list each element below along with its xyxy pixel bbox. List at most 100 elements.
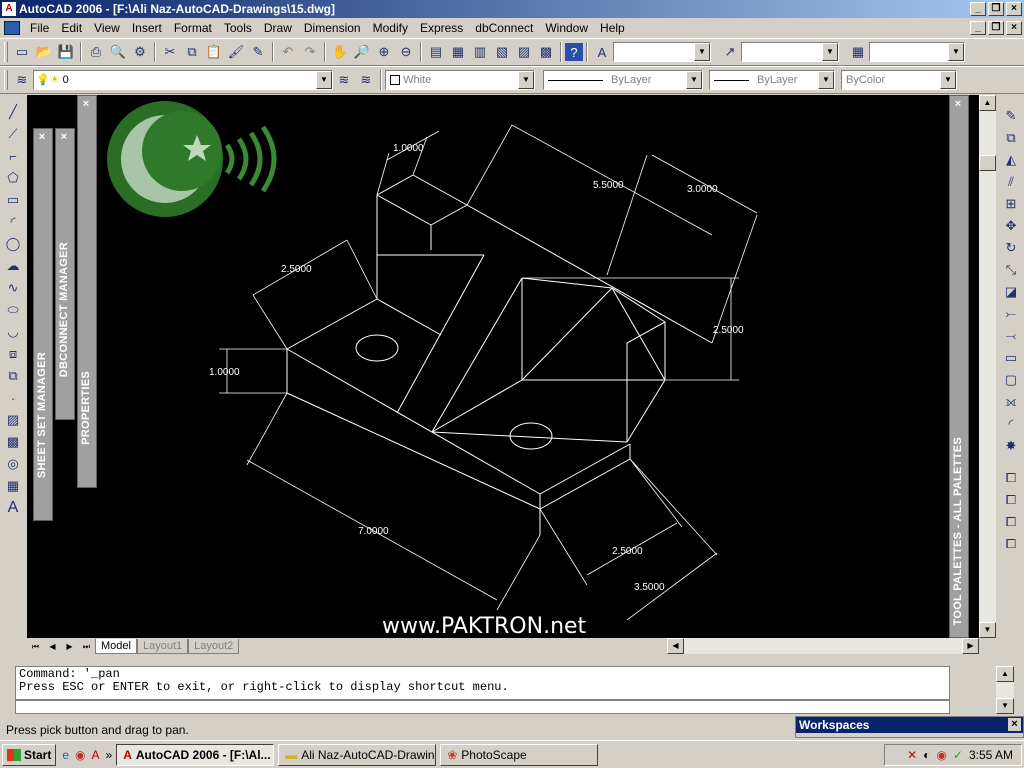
workspaces-toolbar[interactable]: Workspaces × <box>795 716 1024 738</box>
calculator-icon[interactable]: ▩ <box>535 41 557 63</box>
menu-modify[interactable]: Modify <box>367 18 414 38</box>
close-icon[interactable]: × <box>952 98 964 110</box>
table-icon[interactable]: ▦ <box>2 475 24 497</box>
paste-icon[interactable]: 📋 <box>203 41 225 63</box>
sheet-set-manager-palette[interactable]: × SHEET SET MANAGER <box>33 128 53 521</box>
scroll-left-icon[interactable]: ◀ <box>667 638 684 654</box>
redo-icon[interactable]: ↷ <box>299 41 321 63</box>
help-icon[interactable]: ? <box>565 43 583 61</box>
rotate-icon[interactable]: ↻ <box>1000 237 1022 259</box>
hatch-icon[interactable]: ▨ <box>2 409 24 431</box>
quick-launch-ie-icon[interactable]: e <box>62 748 69 762</box>
plotstyle-combo[interactable]: ByColor ▼ <box>841 70 957 90</box>
menu-tools[interactable]: Tools <box>218 18 258 38</box>
task-autocad[interactable]: A AutoCAD 2006 - [F:\Al... <box>116 743 275 766</box>
menu-draw[interactable]: Draw <box>258 18 298 38</box>
scroll-up-icon[interactable]: ▲ <box>979 95 996 111</box>
extend-icon[interactable]: ⤙ <box>1000 325 1022 347</box>
stretch-icon[interactable]: ◪ <box>1000 281 1022 303</box>
markup-icon[interactable]: ▨ <box>513 41 535 63</box>
insert-block-icon[interactable]: ⧈ <box>2 343 24 365</box>
trim-icon[interactable]: ⤚ <box>1000 303 1022 325</box>
save-icon[interactable]: 💾 <box>55 41 77 63</box>
table-style-icon[interactable]: ▦ <box>847 41 869 63</box>
chamfer-icon[interactable]: ⟗ <box>1000 391 1022 413</box>
start-button[interactable]: Start <box>2 743 57 766</box>
erase-icon[interactable]: ✎ <box>1000 105 1022 127</box>
revision-cloud-icon[interactable]: ☁ <box>2 255 24 277</box>
draworder-above-icon[interactable]: ⧠ <box>1000 511 1022 533</box>
copy-icon[interactable]: ⧉ <box>181 41 203 63</box>
close-icon[interactable]: × <box>1008 718 1021 731</box>
plot-preview-icon[interactable]: 🔍 <box>107 41 129 63</box>
lineweight-combo[interactable]: ByLayer ▼ <box>709 70 835 90</box>
plot-icon[interactable]: ⎙ <box>85 41 107 63</box>
tab-layout1[interactable]: Layout1 <box>136 639 189 654</box>
menu-express[interactable]: Express <box>414 18 469 38</box>
polyline-icon[interactable]: ⌐ <box>2 145 24 167</box>
mirror-icon[interactable]: ◭ <box>1000 149 1022 171</box>
make-layer-current-icon[interactable]: ≋ <box>333 69 355 91</box>
sheet-set-icon[interactable]: ▧ <box>491 41 513 63</box>
doc-minimize-button[interactable]: _ <box>970 21 986 35</box>
ellipse-arc-icon[interactable]: ◡ <box>2 321 24 343</box>
close-button[interactable]: × <box>1006 2 1022 16</box>
layer-manager-icon[interactable]: ≋ <box>11 69 33 91</box>
command-input[interactable] <box>15 700 950 714</box>
menu-window[interactable]: Window <box>539 18 594 38</box>
polygon-icon[interactable]: ⬠ <box>2 167 24 189</box>
scroll-down-icon[interactable]: ▼ <box>996 698 1014 714</box>
draworder-under-icon[interactable]: ⧠ <box>1000 533 1022 555</box>
tool-palettes-palette[interactable]: × TOOL PALETTES - ALL PALETTES <box>949 95 969 638</box>
scroll-down-icon[interactable]: ▼ <box>979 622 996 638</box>
zoom-previous-icon[interactable]: ⊖ <box>395 41 417 63</box>
menu-edit[interactable]: Edit <box>55 18 88 38</box>
array-icon[interactable]: ⊞ <box>1000 193 1022 215</box>
arc-icon[interactable]: ◜ <box>2 211 24 233</box>
prev-tab-icon[interactable]: ◀ <box>44 639 61 654</box>
draworder-back-icon[interactable]: ⧠ <box>1000 489 1022 511</box>
region-icon[interactable]: ◎ <box>2 453 24 475</box>
drawing-svg[interactable]: 1.0000 5.5000 3.0000 2.5000 2.5000 1.000… <box>27 95 979 638</box>
fillet-icon[interactable]: ◜ <box>1000 413 1022 435</box>
move-icon[interactable]: ✥ <box>1000 215 1022 237</box>
point-icon[interactable]: · <box>2 387 24 409</box>
quick-launch-more-icon[interactable]: » <box>106 748 113 762</box>
rectangle-icon[interactable]: ▭ <box>2 189 24 211</box>
gradient-icon[interactable]: ▩ <box>2 431 24 453</box>
vertical-scrollbar[interactable]: ▲ ▼ <box>979 95 996 638</box>
command-scrollbar[interactable]: ▲ ▼ <box>996 666 1014 714</box>
isometric-part[interactable] <box>286 174 713 535</box>
properties-palette[interactable]: × PROPERTIES <box>77 95 97 488</box>
menu-help[interactable]: Help <box>594 18 631 38</box>
quick-launch-autocad-icon[interactable]: A <box>92 748 100 762</box>
multiline-text-icon[interactable]: A <box>2 497 24 519</box>
scale-icon[interactable]: ⤡ <box>1000 259 1022 281</box>
horizontal-scrollbar[interactable]: ◀ ▶ <box>667 638 979 654</box>
close-icon[interactable]: × <box>80 98 92 110</box>
security-icon[interactable]: ✓ <box>953 748 963 762</box>
document-icon[interactable] <box>4 21 20 35</box>
volume-icon[interactable]: ◐ <box>923 748 930 762</box>
cut-icon[interactable]: ✂ <box>159 41 181 63</box>
linetype-combo[interactable]: ByLayer ▼ <box>543 70 703 90</box>
doc-restore-button[interactable]: ❐ <box>988 21 1004 35</box>
dim-style-combo[interactable]: ▼ <box>741 42 839 62</box>
spline-icon[interactable]: ∿ <box>2 277 24 299</box>
quick-launch-chrome-icon[interactable]: ◉ <box>75 748 85 762</box>
tab-model[interactable]: Model <box>95 639 137 654</box>
menu-dimension[interactable]: Dimension <box>298 18 367 38</box>
layer-combo[interactable]: 💡☀ 0 ▼ <box>33 70 333 90</box>
drawing-area[interactable]: 1.0000 5.5000 3.0000 2.5000 2.5000 1.000… <box>27 95 979 638</box>
text-style-icon[interactable]: A <box>591 41 613 63</box>
properties-icon[interactable]: ▤ <box>425 41 447 63</box>
open-icon[interactable]: 📂 <box>33 41 55 63</box>
draworder-front-icon[interactable]: ⧠ <box>1000 467 1022 489</box>
new-icon[interactable]: ▭ <box>11 41 33 63</box>
block-editor-icon[interactable]: ✎ <box>247 41 269 63</box>
layer-previous-icon[interactable]: ≋ <box>355 69 377 91</box>
minimize-button[interactable]: _ <box>970 2 986 16</box>
scroll-right-icon[interactable]: ▶ <box>962 638 979 654</box>
dim-style-icon[interactable]: ↗ <box>719 41 741 63</box>
task-photoscape[interactable]: ❀ PhotoScape <box>440 743 599 766</box>
